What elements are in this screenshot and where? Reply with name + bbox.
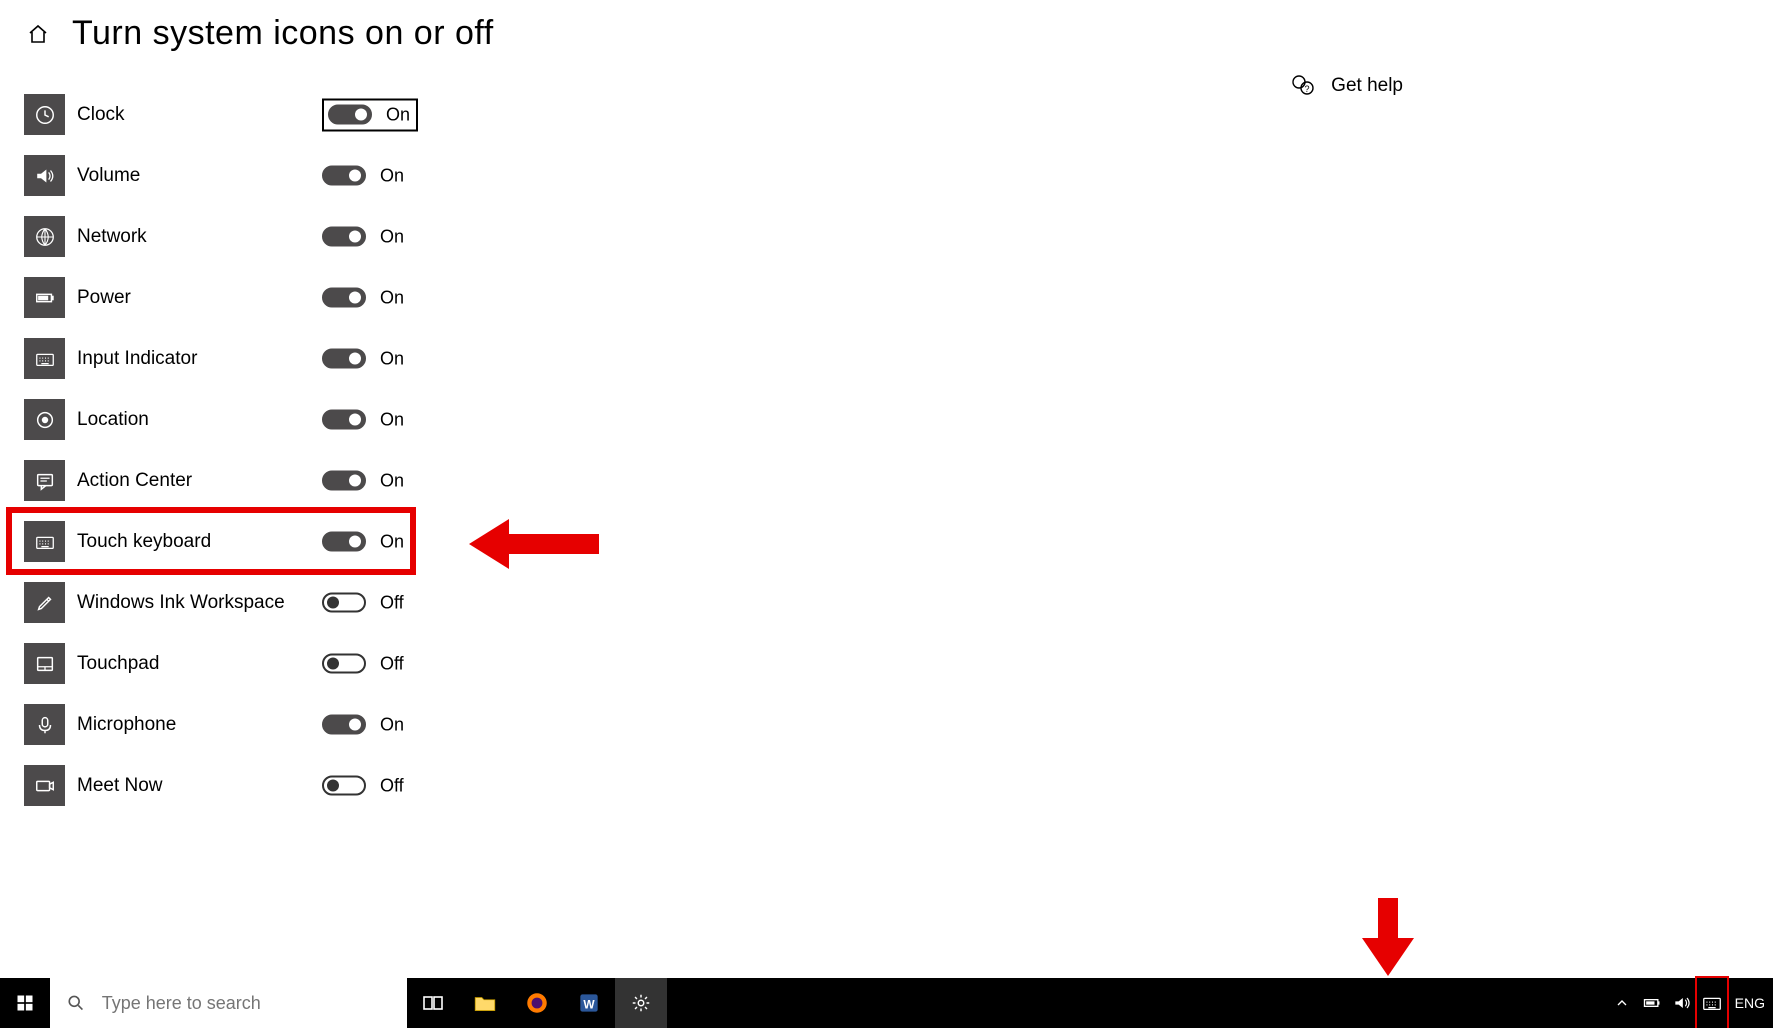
tray-language-indicator[interactable]: ENG bbox=[1727, 995, 1773, 1011]
row-label-meetnow: Meet Now bbox=[77, 775, 163, 797]
keyboard-icon bbox=[24, 338, 65, 379]
row-touchkbd: Touch keyboard On bbox=[24, 511, 724, 572]
tray-volume-icon[interactable] bbox=[1667, 978, 1697, 1028]
globe-icon bbox=[24, 216, 65, 257]
annotation-arrow-down bbox=[1358, 898, 1418, 978]
tray-battery-icon[interactable] bbox=[1637, 978, 1667, 1028]
touchpad-icon bbox=[24, 643, 65, 684]
row-clock: Clock On bbox=[24, 84, 724, 145]
row-volume: Volume On bbox=[24, 145, 724, 206]
search-input[interactable] bbox=[102, 993, 407, 1014]
taskbar-search[interactable] bbox=[50, 978, 407, 1028]
toggle-state-mic: On bbox=[380, 714, 404, 735]
toggle-meetnow[interactable] bbox=[322, 776, 366, 796]
toggle-state-power: On bbox=[380, 287, 404, 308]
help-icon bbox=[1291, 74, 1315, 98]
row-label-network: Network bbox=[77, 226, 147, 248]
get-help-link[interactable]: Get help bbox=[1291, 74, 1403, 98]
toggle-state-clock: On bbox=[386, 104, 410, 125]
mic-icon bbox=[24, 704, 65, 745]
toggle-action[interactable] bbox=[322, 471, 366, 491]
row-location: Location On bbox=[24, 389, 724, 450]
word-button[interactable] bbox=[563, 978, 615, 1028]
toggle-input[interactable] bbox=[322, 349, 366, 369]
system-tray: ENG bbox=[1607, 978, 1773, 1028]
row-label-touchpad: Touchpad bbox=[77, 653, 159, 675]
row-mic: Microphone On bbox=[24, 694, 724, 755]
start-button[interactable] bbox=[0, 978, 50, 1028]
tray-touch-keyboard-icon[interactable] bbox=[1697, 978, 1727, 1028]
annotation-arrow-left bbox=[469, 519, 599, 569]
battery-icon bbox=[24, 277, 65, 318]
toggle-touchkbd[interactable] bbox=[322, 532, 366, 552]
home-button[interactable] bbox=[20, 16, 56, 52]
toggle-state-location: On bbox=[380, 409, 404, 430]
row-action: Action Center On bbox=[24, 450, 724, 511]
toggle-state-ink: Off bbox=[380, 592, 404, 613]
toggle-mic[interactable] bbox=[322, 715, 366, 735]
page-title: Turn system icons on or off bbox=[72, 14, 494, 53]
keyboard-icon bbox=[24, 521, 65, 562]
toggle-volume[interactable] bbox=[322, 166, 366, 186]
settings-button[interactable] bbox=[615, 978, 667, 1028]
row-label-volume: Volume bbox=[77, 165, 140, 187]
pen-icon bbox=[24, 582, 65, 623]
row-label-action: Action Center bbox=[77, 470, 192, 492]
toggle-state-input: On bbox=[380, 348, 404, 369]
clock-icon bbox=[24, 94, 65, 135]
row-label-clock: Clock bbox=[77, 104, 125, 126]
row-label-mic: Microphone bbox=[77, 714, 176, 736]
row-touchpad: Touchpad Off bbox=[24, 633, 724, 694]
row-label-power: Power bbox=[77, 287, 131, 309]
row-label-location: Location bbox=[77, 409, 149, 431]
row-input: Input Indicator On bbox=[24, 328, 724, 389]
row-label-ink: Windows Ink Workspace bbox=[77, 592, 285, 614]
toggle-location[interactable] bbox=[322, 410, 366, 430]
system-icons-list: ClockOnVolumeOnNetworkOnPowerOnInput Ind… bbox=[24, 84, 724, 816]
message-icon bbox=[24, 460, 65, 501]
target-icon bbox=[24, 399, 65, 440]
row-network: Network On bbox=[24, 206, 724, 267]
volume-icon bbox=[24, 155, 65, 196]
toggle-state-action: On bbox=[380, 470, 404, 491]
row-power: Power On bbox=[24, 267, 724, 328]
task-view-button[interactable] bbox=[407, 978, 459, 1028]
firefox-button[interactable] bbox=[511, 978, 563, 1028]
toggle-state-meetnow: Off bbox=[380, 775, 404, 796]
toggle-state-volume: On bbox=[380, 165, 404, 186]
help-label: Get help bbox=[1331, 75, 1403, 97]
toggle-clock[interactable] bbox=[328, 105, 372, 125]
toggle-power[interactable] bbox=[322, 288, 366, 308]
taskbar: ENG bbox=[0, 978, 1773, 1028]
toggle-network[interactable] bbox=[322, 227, 366, 247]
row-ink: Windows Ink Workspace Off bbox=[24, 572, 724, 633]
toggle-state-touchkbd: On bbox=[380, 531, 404, 552]
tray-overflow-button[interactable] bbox=[1607, 978, 1637, 1028]
toggle-ink[interactable] bbox=[322, 593, 366, 613]
toggle-state-touchpad: Off bbox=[380, 653, 404, 674]
toggle-touchpad[interactable] bbox=[322, 654, 366, 674]
row-meetnow: Meet Now Off bbox=[24, 755, 724, 816]
focused-toggle: On bbox=[322, 98, 418, 131]
row-label-input: Input Indicator bbox=[77, 348, 197, 370]
toggle-state-network: On bbox=[380, 226, 404, 247]
search-icon bbox=[66, 992, 86, 1014]
row-label-touchkbd: Touch keyboard bbox=[77, 531, 211, 553]
file-explorer-button[interactable] bbox=[459, 978, 511, 1028]
camera-icon bbox=[24, 765, 65, 806]
